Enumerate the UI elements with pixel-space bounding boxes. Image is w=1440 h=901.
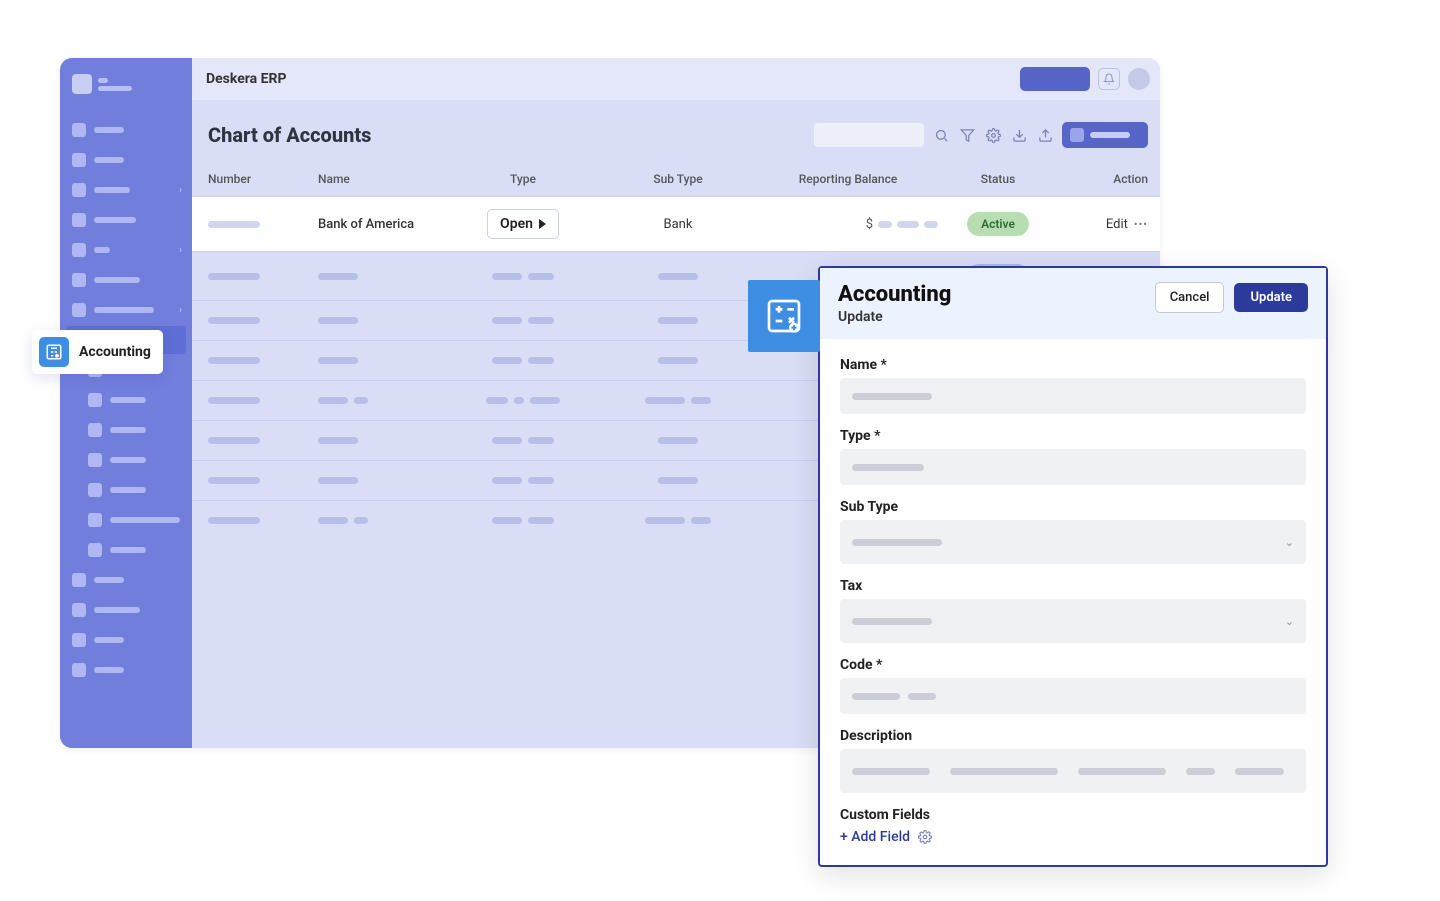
app-title: Deskera ERP — [206, 71, 287, 87]
code-input[interactable] — [840, 678, 1306, 714]
field-name: Name * — [840, 357, 1306, 414]
sidebar-item[interactable] — [60, 596, 192, 624]
sidebar-subitem[interactable] — [60, 386, 192, 414]
table-row[interactable]: Bank of America Open Bank $ Active Edit•… — [192, 196, 1160, 251]
col-status: Status — [938, 172, 1058, 186]
sidebar-item[interactable] — [60, 566, 192, 594]
modal-body: Name * Type * Sub Type ⌄ Tax ⌄ Code * De… — [820, 339, 1326, 865]
update-button[interactable]: Update — [1234, 283, 1308, 312]
custom-fields-section: Custom Fields + Add Field — [840, 807, 1306, 845]
page-title: Chart of Accounts — [208, 123, 371, 147]
sidebar-item[interactable]: › — [60, 296, 192, 324]
bell-icon[interactable] — [1098, 68, 1120, 90]
modal-title: Accounting — [838, 282, 951, 307]
sidebar-item[interactable]: › — [60, 176, 192, 204]
col-sub: Sub Type — [598, 172, 758, 186]
sidebar-item[interactable] — [60, 116, 192, 144]
col-number: Number — [208, 172, 318, 186]
topbar-primary-button[interactable] — [1020, 67, 1090, 91]
sidebar-item[interactable] — [60, 146, 192, 174]
calculator-icon — [39, 337, 69, 367]
avatar[interactable] — [1128, 68, 1150, 90]
gear-icon[interactable] — [918, 830, 932, 844]
table-header: Number Name Type Sub Type Reporting Bala… — [192, 162, 1160, 196]
cancel-button[interactable]: Cancel — [1155, 282, 1225, 313]
sidebar-subitem[interactable] — [60, 536, 192, 564]
chevron-down-icon: ⌄ — [1285, 615, 1294, 628]
modal-header: Accounting Update Cancel Update — [820, 268, 1326, 339]
primary-action-button[interactable] — [1062, 122, 1148, 148]
brand — [60, 66, 192, 102]
sidebar-subitem[interactable] — [60, 416, 192, 444]
tax-select[interactable]: ⌄ — [840, 599, 1306, 643]
chevron-down-icon: ⌄ — [1285, 536, 1294, 549]
type-input[interactable] — [840, 449, 1306, 485]
brand-logo — [72, 74, 92, 94]
sidebar-subitem[interactable] — [60, 506, 192, 534]
calculator-icon — [748, 280, 820, 352]
field-code: Code * — [840, 657, 1306, 714]
col-action: Action — [1058, 172, 1148, 186]
accounting-tab[interactable]: Accounting — [32, 330, 163, 374]
upload-icon[interactable] — [1036, 126, 1054, 144]
accounting-tab-label: Accounting — [79, 344, 151, 360]
col-name: Name — [318, 172, 448, 186]
sidebar-items: › › › — [60, 116, 192, 684]
download-icon[interactable] — [1010, 126, 1028, 144]
add-field-link[interactable]: + Add Field — [840, 829, 910, 845]
cell-action[interactable]: Edit••• — [1058, 217, 1148, 232]
field-tax: Tax ⌄ — [840, 578, 1306, 643]
col-type: Type — [448, 172, 598, 186]
search-icon[interactable] — [932, 126, 950, 144]
sidebar: › › › — [60, 58, 192, 748]
field-type: Type * — [840, 428, 1306, 485]
topbar: Deskera ERP — [192, 58, 1160, 100]
sidebar-item[interactable] — [60, 266, 192, 294]
sidebar-item[interactable] — [60, 626, 192, 654]
cell-balance: $ — [758, 217, 938, 232]
field-subtype: Sub Type ⌄ — [840, 499, 1306, 564]
open-button[interactable]: Open — [487, 209, 559, 239]
name-input[interactable] — [840, 378, 1306, 414]
cell-name: Bank of America — [318, 217, 448, 232]
sidebar-item[interactable] — [60, 656, 192, 684]
modal-subtitle: Update — [838, 309, 951, 325]
more-icon: ••• — [1134, 218, 1148, 231]
cell-subtype: Bank — [598, 217, 758, 232]
search-input[interactable] — [814, 123, 924, 147]
col-bal: Reporting Balance — [758, 172, 938, 186]
sidebar-item[interactable]: › — [60, 236, 192, 264]
sidebar-subitem[interactable] — [60, 476, 192, 504]
description-input[interactable] — [840, 749, 1306, 793]
accounting-update-modal: Accounting Update Cancel Update Name * T… — [818, 266, 1328, 867]
subtype-select[interactable]: ⌄ — [840, 520, 1306, 564]
sidebar-item[interactable] — [60, 206, 192, 234]
filter-icon[interactable] — [958, 126, 976, 144]
field-description: Description — [840, 728, 1306, 793]
status-badge: Active — [967, 212, 1029, 236]
sidebar-subitem[interactable] — [60, 446, 192, 474]
gear-icon[interactable] — [984, 126, 1002, 144]
play-icon — [539, 219, 546, 229]
